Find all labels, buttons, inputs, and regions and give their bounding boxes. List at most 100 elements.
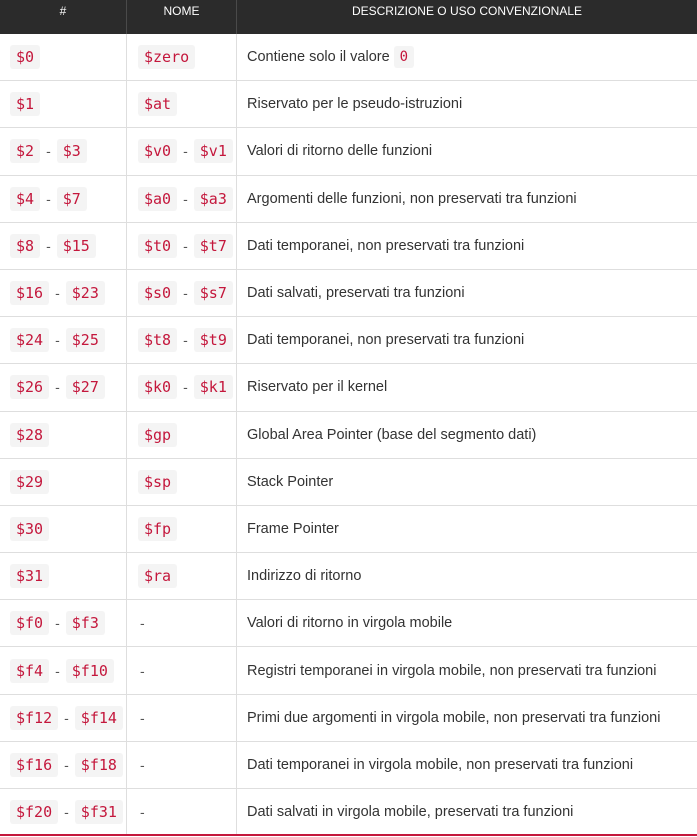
description-cell: Valori di ritorno delle funzioni: [237, 128, 697, 174]
description-text: Valori di ritorno in virgola mobile: [247, 615, 453, 632]
range-separator: -: [55, 285, 60, 302]
register-name-cell: $v0- $v1: [127, 128, 237, 175]
register-number-cell: $30: [0, 505, 127, 553]
register-name: $k1: [193, 375, 233, 400]
register-name: $at: [138, 92, 178, 117]
register-number-cell: $f0- $f3: [0, 600, 127, 647]
register-name: $s0: [138, 281, 178, 306]
empty-name: -: [140, 662, 145, 679]
register-number: $0: [10, 45, 41, 70]
register-name-cell: $s0- $s7: [127, 269, 237, 317]
description-text: Riservato per il kernel: [247, 379, 388, 396]
table-row: $30 $fp Frame Pointer: [0, 505, 697, 554]
register-name-cell: -: [127, 741, 237, 788]
register-number: $8: [10, 233, 41, 258]
register-table: # NOME DESCRIZIONE O USO CONVENZIONALE $…: [0, 0, 697, 837]
description-text: Global Area Pointer (base del segmento d…: [247, 426, 537, 443]
register-number: $f12: [10, 705, 59, 730]
register-name: $t9: [193, 328, 233, 353]
description-cell: Indirizzo di ritorno: [237, 553, 697, 599]
register-number: $f18: [74, 752, 123, 777]
table-row: $26- $27 $k0- $k1 Riservato per il kernel: [0, 364, 697, 412]
table-row: $f12- $f14- Primi due argomenti in virgola…: [0, 694, 697, 742]
range-separator: -: [55, 615, 60, 632]
register-name-cell: $k0- $k1: [127, 364, 237, 411]
description-cell: Registri temporanei in virgola mobile, n…: [237, 647, 697, 693]
description-cell: Valori di ritorno in virgola mobile: [237, 600, 697, 646]
register-number-cell: $29: [0, 458, 127, 505]
range-separator: -: [183, 237, 188, 254]
description-text: Contiene solo il valore: [247, 49, 390, 66]
register-number: $f31: [74, 799, 123, 824]
empty-name: -: [140, 709, 145, 726]
register-number: $7: [56, 186, 87, 211]
register-number-cell: $1: [0, 81, 127, 128]
register-name: $zero: [138, 45, 196, 70]
register-name-cell: $zero: [127, 34, 237, 81]
description-text: Frame Pointer: [247, 520, 339, 537]
register-number: $1: [10, 92, 41, 117]
description-cell: Dati salvati in virgola mobile, preserva…: [237, 789, 697, 834]
register-name: $v1: [193, 139, 233, 164]
table-row: $31 $ra Indirizzo di ritorno: [0, 553, 697, 601]
range-separator: -: [55, 662, 60, 679]
table-row: $2- $3 $v0- $v1 Valori di ritorno delle funz…: [0, 128, 697, 176]
register-number: $4: [10, 186, 41, 211]
range-separator: -: [46, 143, 51, 160]
register-number-cell: $0: [0, 34, 127, 81]
register-number: $3: [56, 139, 87, 164]
register-name-cell: $gp: [127, 411, 237, 458]
register-number: $28: [10, 422, 50, 447]
description-cell: Dati temporanei in virgola mobile, non p…: [237, 742, 697, 788]
register-number: $f20: [10, 799, 59, 824]
table-body: $0 $zero Contiene solo il valore 0 $1 $at Rise…: [0, 34, 697, 837]
table-header: # NOME DESCRIZIONE O USO CONVENZIONALE: [0, 0, 697, 34]
register-number: $29: [10, 469, 50, 494]
register-number: $f14: [74, 705, 123, 730]
description-text: Dati temporanei, non preservati tra funz…: [247, 237, 525, 254]
description-cell: Argomenti delle funzioni, non preservati…: [237, 176, 697, 222]
register-name: $ra: [138, 564, 178, 589]
register-number-cell: $f16- $f18: [0, 741, 127, 788]
register-number: $23: [65, 281, 105, 306]
range-separator: -: [64, 709, 69, 726]
header-description: DESCRIZIONE O USO CONVENZIONALE: [351, 4, 583, 18]
register-name: $k0: [138, 375, 178, 400]
description-text: Riservato per le pseudo-istruzioni: [247, 96, 463, 113]
description-cell: Stack Pointer: [237, 459, 697, 505]
description-text: Dati temporanei in virgola mobile, non p…: [247, 756, 634, 773]
register-number-cell: $31: [0, 553, 127, 600]
register-name-cell: $t8- $t9: [127, 317, 237, 364]
register-number-cell: $f20- $f31: [0, 789, 127, 835]
register-number-cell: $26- $27: [0, 364, 127, 411]
range-separator: -: [183, 285, 188, 302]
register-number: $f10: [65, 658, 114, 683]
register-number: $f3: [65, 611, 105, 636]
register-name-cell: -: [127, 694, 237, 741]
register-number-cell: $28: [0, 411, 127, 458]
register-number: $2: [10, 139, 41, 164]
register-number: $31: [10, 564, 50, 589]
description-cell: Global Area Pointer (base del segmento d…: [237, 412, 697, 458]
register-name-cell: $ra: [127, 553, 237, 600]
table-row: $0 $zero Contiene solo il valore 0: [0, 34, 697, 82]
register-number-cell: $f4- $f10: [0, 647, 127, 694]
register-name-cell: $t0- $t7: [127, 222, 237, 269]
register-number: $25: [65, 328, 105, 353]
description-text: Dati salvati, preservati tra funzioni: [247, 285, 465, 302]
description-cell: Dati salvati, preservati tra funzioni: [237, 270, 697, 316]
empty-name: -: [140, 756, 145, 773]
range-separator: -: [183, 332, 188, 349]
range-separator: -: [183, 379, 188, 396]
description-text: Argomenti delle funzioni, non preservati…: [247, 190, 577, 207]
register-number: $f16: [10, 752, 59, 777]
register-number: $16: [10, 281, 50, 306]
register-number: $15: [56, 233, 96, 258]
range-separator: -: [55, 379, 60, 396]
table-row: $8 - $15 $t0- $t7 Dati temporanei, non preser…: [0, 222, 697, 270]
description-cell: Riservato per il kernel: [237, 364, 697, 410]
table-row: $f20- $f31- Dati salvati in virgola mobile…: [0, 789, 697, 837]
register-name: $t0: [138, 233, 178, 258]
register-name-cell: -: [127, 789, 237, 835]
register-name-cell: -: [127, 600, 237, 647]
